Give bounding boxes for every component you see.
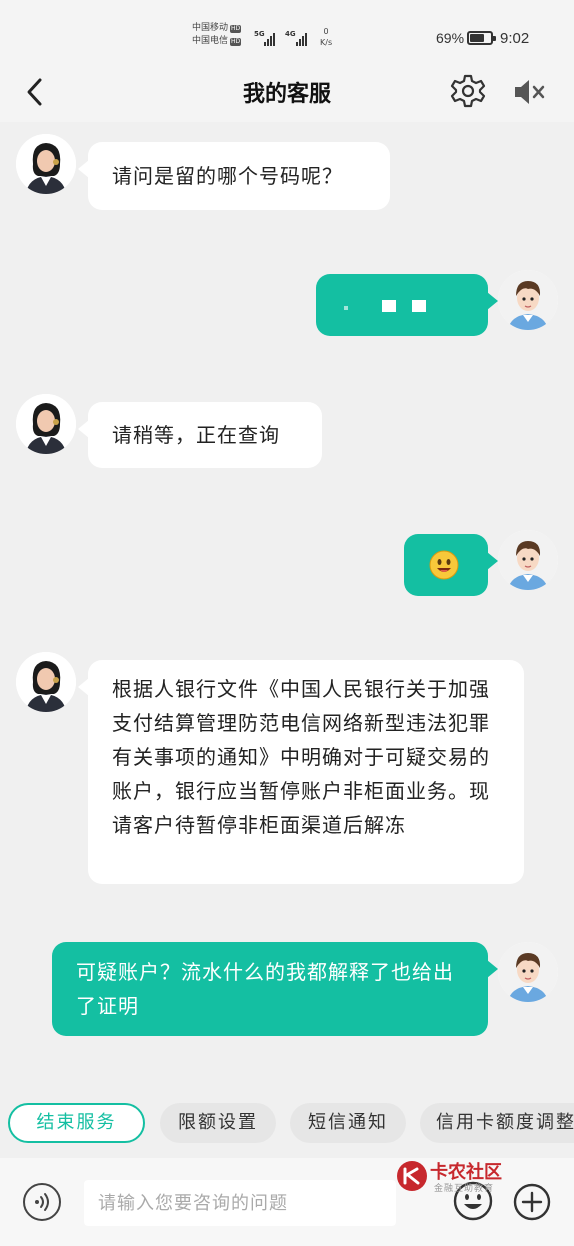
agent-avatar	[16, 394, 76, 454]
message-text: 请问是留的哪个号码呢？	[112, 164, 343, 188]
credit-limit-chip[interactable]: 信用卡额度调整	[420, 1103, 574, 1143]
sms-notification-chip[interactable]: 短信通知	[290, 1103, 406, 1143]
signal-icon	[264, 32, 275, 46]
agent-avatar	[16, 652, 76, 712]
page-title: 我的客服	[242, 82, 331, 107]
message-text: 可疑账户？流水什么的我都解释了也给出了证明	[76, 960, 454, 1018]
speed-unit: K/s	[320, 38, 333, 47]
user-message: 可疑账户？流水什么的我都解释了也给出了证明	[52, 942, 498, 1036]
user-avatar	[498, 530, 558, 590]
user-avatar	[498, 270, 558, 330]
agent-message: 请稍等，正在查询	[78, 402, 322, 468]
end-service-chip[interactable]: 结束服务	[8, 1103, 145, 1143]
agent-message: 根据人银行文件《中国人民银行关于加强支付结算管理防范电信网络新型违法犯罪有关事项…	[78, 660, 524, 884]
user-message	[404, 534, 498, 596]
agent-avatar	[16, 134, 76, 194]
network-speed: 0 K/s	[320, 26, 332, 48]
gear-icon[interactable]	[450, 73, 486, 109]
status-bar: 中国移动 HD 中国电信 HD 5G 4G 0 K/s 69% 9:02	[0, 0, 574, 64]
carrier-info: 中国移动 HD 中国电信 HD	[192, 22, 242, 48]
carrier-2-label: 中国电信	[192, 36, 229, 46]
battery-level	[470, 34, 484, 42]
redacted-mark	[344, 306, 348, 310]
watermark-logo-icon	[397, 1161, 427, 1191]
chat-header: 我的客服	[0, 64, 574, 122]
redacted-mark	[382, 300, 396, 312]
speaker-mute-icon[interactable]	[511, 74, 547, 110]
watermark-subtitle: 金融互助教育	[434, 1184, 495, 1194]
chat-area[interactable]: 请问是留的哪个号码呢？ 请稍等，正在查询 根据人银行文件《中国人民银行关于加强支…	[0, 122, 574, 1100]
battery-percent: 69%	[436, 30, 465, 46]
watermark: 卡农社区 金融互助教育	[396, 1158, 526, 1198]
speed-value: 0	[323, 27, 329, 36]
hd-badge: HD	[230, 37, 242, 46]
message-text: 根据人银行文件《中国人民银行关于加强支付结算管理防范电信网络新型违法犯罪有关事项…	[112, 677, 490, 837]
network-4g-label: 4G	[285, 30, 296, 38]
battery-icon	[467, 31, 496, 45]
voice-input-icon[interactable]	[22, 1182, 62, 1222]
message-text: 请稍等，正在查询	[112, 423, 280, 447]
quick-actions-bar[interactable]: 结束服务 限额设置 短信通知 信用卡额度调整	[0, 1100, 574, 1146]
limit-settings-chip[interactable]: 限额设置	[160, 1103, 276, 1143]
user-message	[316, 274, 498, 336]
smiley-emoji-icon	[429, 550, 459, 580]
signal-icon	[296, 32, 307, 46]
agent-message: 请问是留的哪个号码呢？	[78, 142, 390, 210]
carrier-1-label: 中国移动	[192, 23, 229, 33]
hd-badge: HD	[230, 24, 242, 33]
clock: 9:02	[500, 30, 530, 47]
redacted-mark	[412, 300, 426, 312]
message-input[interactable]	[84, 1180, 396, 1226]
user-avatar	[498, 942, 558, 1002]
